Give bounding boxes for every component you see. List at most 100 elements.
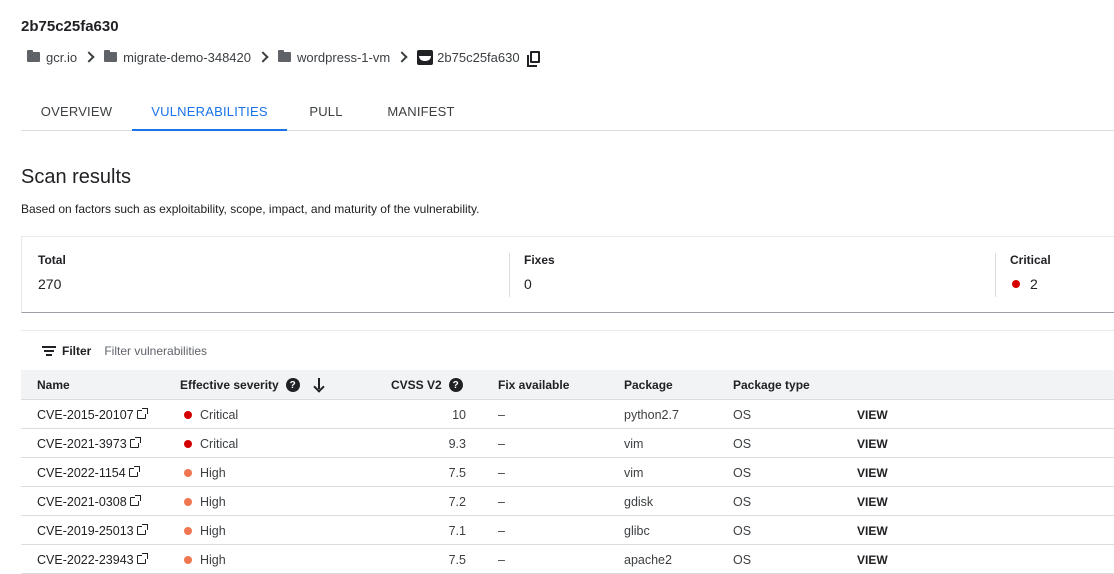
table-row: CVE-2021-3973 Critical 9.3 – vim OS VIEW xyxy=(21,429,1114,458)
chevron-right-icon xyxy=(396,51,408,63)
column-header-severity[interactable]: Effective severity ? xyxy=(180,370,324,400)
package-name: python2.7 xyxy=(624,407,679,422)
severity-label: Critical xyxy=(200,407,239,422)
package-name: vim xyxy=(624,436,644,451)
filter-input[interactable] xyxy=(104,343,405,358)
cvss-score: 7.2 xyxy=(448,494,466,509)
cvss-score: 7.5 xyxy=(448,465,466,480)
help-icon[interactable]: ? xyxy=(448,378,463,392)
severity-label: Critical xyxy=(200,436,239,451)
stat-label: Total xyxy=(38,253,66,267)
fix-available: – xyxy=(498,552,505,567)
view-button[interactable]: VIEW xyxy=(857,400,888,429)
view-button[interactable]: VIEW xyxy=(857,487,888,516)
docker-icon xyxy=(417,49,434,65)
fix-available: – xyxy=(498,465,505,480)
severity-cell: Critical xyxy=(180,429,238,458)
column-header-fix[interactable]: Fix available xyxy=(498,370,569,400)
cve-link[interactable]: CVE-2019-25013 xyxy=(37,516,148,545)
folder-icon xyxy=(277,50,291,62)
column-header-package-type[interactable]: Package type xyxy=(733,370,810,400)
view-button[interactable]: VIEW xyxy=(857,458,888,487)
severity-dot-icon xyxy=(184,410,192,419)
breadcrumb-label: 2b75c25fa630 xyxy=(437,49,520,65)
filter-icon[interactable] xyxy=(42,345,56,356)
cvss-score: 7.5 xyxy=(448,552,466,567)
breadcrumb-item-repository[interactable]: wordpress-1-vm xyxy=(277,49,391,65)
cve-link[interactable]: CVE-2021-0308 xyxy=(37,487,141,516)
stat-value: 2 xyxy=(1010,276,1051,292)
stat-value: 270 xyxy=(38,276,66,292)
package-type: OS xyxy=(733,494,752,509)
cve-id: CVE-2022-23943 xyxy=(37,552,134,567)
severity-label: High xyxy=(200,523,226,538)
column-header-package[interactable]: Package xyxy=(624,370,673,400)
sort-arrow-down-icon[interactable] xyxy=(314,378,324,392)
column-header-label: CVSS V2 xyxy=(391,378,442,392)
filter-label[interactable]: Filter xyxy=(62,344,91,358)
folder-icon xyxy=(104,50,118,62)
table-row: CVE-2022-1154 High 7.5 – vim OS VIEW xyxy=(21,458,1114,487)
cve-link[interactable]: CVE-2022-1154 xyxy=(37,458,140,487)
external-link-icon xyxy=(129,437,141,448)
tab-manifest[interactable]: MANIFEST xyxy=(365,92,477,130)
severity-dot-icon xyxy=(184,468,192,477)
package-type: OS xyxy=(733,465,752,480)
breadcrumb-item-image: 2b75c25fa630 xyxy=(417,49,520,65)
fix-available: – xyxy=(498,436,505,451)
external-link-icon xyxy=(129,495,141,506)
total-count: 270 xyxy=(38,276,62,292)
filter-bar: Filter xyxy=(21,330,1114,370)
chevron-right-icon xyxy=(257,51,269,63)
severity-label: High xyxy=(200,465,226,480)
critical-dot-icon xyxy=(1012,280,1020,288)
package-type: OS xyxy=(733,552,752,567)
section-description: Based on factors such as exploitability,… xyxy=(21,202,480,216)
severity-cell: High xyxy=(180,458,226,487)
tab-pull[interactable]: PULL xyxy=(287,92,365,130)
critical-count: 2 xyxy=(1030,276,1038,292)
view-button[interactable]: VIEW xyxy=(857,429,888,458)
breadcrumb-label: migrate-demo-348420 xyxy=(123,49,251,65)
severity-cell: High xyxy=(180,545,226,574)
breadcrumb-label: wordpress-1-vm xyxy=(296,49,391,65)
tab-bar: OVERVIEW VULNERABILITIES PULL MANIFEST xyxy=(21,92,1114,131)
stat-label: Fixes xyxy=(524,253,555,267)
breadcrumb-item-registry[interactable]: gcr.io xyxy=(27,50,77,65)
severity-cell: Critical xyxy=(180,400,238,429)
cve-link[interactable]: CVE-2021-3973 xyxy=(37,429,141,458)
external-link-icon xyxy=(136,553,148,564)
cve-link[interactable]: CVE-2022-23943 xyxy=(37,545,148,574)
divider xyxy=(509,253,510,297)
severity-dot-icon xyxy=(184,497,192,506)
stat-label: Critical xyxy=(1010,253,1051,267)
table-row: CVE-2015-20107 Critical 10 – python2.7 OS VIEW xyxy=(21,400,1114,429)
table-row: CVE-2022-23943 High 7.5 – apache2 OS VIEW xyxy=(21,545,1114,574)
cvss-score: 10 xyxy=(452,407,466,422)
severity-label: High xyxy=(200,552,226,567)
view-button[interactable]: VIEW xyxy=(857,545,888,574)
page-title: 2b75c25fa630 xyxy=(21,18,119,35)
summary-card: Total 270 Fixes 0 Critical 2 xyxy=(21,236,1114,313)
fix-available: – xyxy=(498,494,505,509)
column-header-name[interactable]: Name xyxy=(37,370,70,400)
cve-id: CVE-2022-1154 xyxy=(37,465,126,480)
tab-overview[interactable]: OVERVIEW xyxy=(21,92,132,130)
cve-id: CVE-2015-20107 xyxy=(37,407,134,422)
tab-vulnerabilities[interactable]: VULNERABILITIES xyxy=(132,92,287,131)
copy-icon[interactable] xyxy=(526,51,540,67)
cve-id: CVE-2019-25013 xyxy=(37,523,134,538)
package-type: OS xyxy=(733,523,752,538)
column-header-cvss[interactable]: CVSS V2 ? xyxy=(391,370,463,400)
table-header: Name Effective severity ? CVSS V2 ? Fix … xyxy=(21,370,1114,400)
cve-link[interactable]: CVE-2015-20107 xyxy=(37,400,148,429)
help-icon[interactable]: ? xyxy=(285,378,300,392)
view-button[interactable]: VIEW xyxy=(857,516,888,545)
stat-fixes: Fixes 0 xyxy=(524,253,555,297)
cvss-score: 7.1 xyxy=(448,523,466,538)
column-header-label: Effective severity xyxy=(180,378,279,392)
severity-cell: High xyxy=(180,516,226,545)
vulnerabilities-table: Name Effective severity ? CVSS V2 ? Fix … xyxy=(21,370,1114,574)
breadcrumb-item-project[interactable]: migrate-demo-348420 xyxy=(104,50,251,65)
breadcrumb: gcr.io migrate-demo-348420 wordpress-1-v… xyxy=(27,48,540,67)
